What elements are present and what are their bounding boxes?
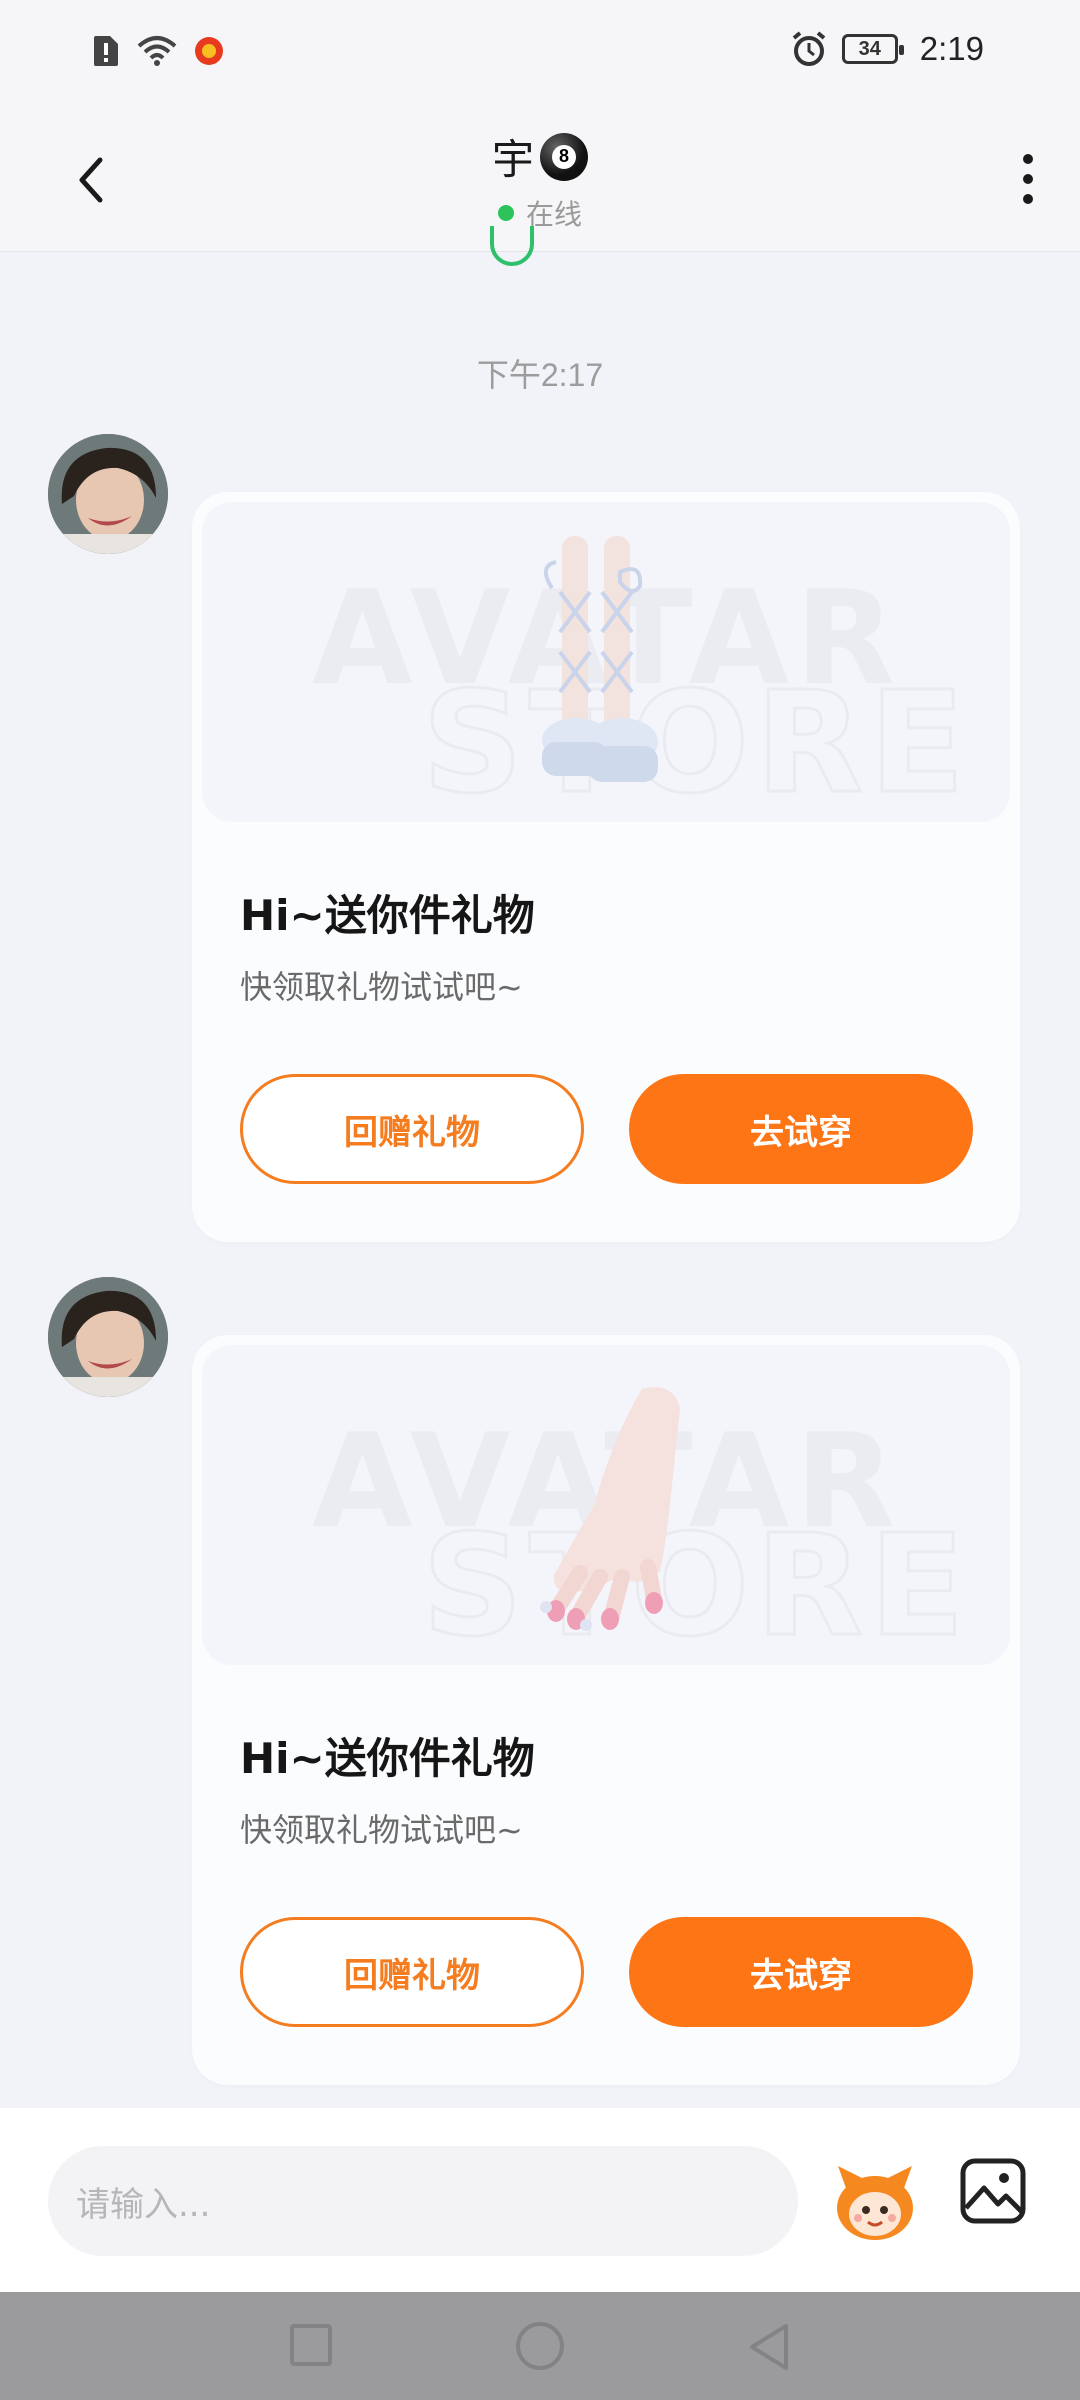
online-status-label: 在线 (525, 198, 582, 231)
gift-card-title: Hi~送你件礼物 (240, 1734, 535, 1783)
recent-apps-button[interactable] (290, 2324, 332, 2366)
gift-card: AVATAR STORE Hi~送你件礼物 快领取礼物试试吧~ 回赠礼物 去试穿 (192, 492, 1020, 1242)
battery-icon: 34 (841, 34, 904, 64)
return-gift-button[interactable]: 回赠礼物 (240, 1074, 584, 1184)
status-time: 2:19 (919, 30, 984, 67)
return-gift-button[interactable]: 回赠礼物 (240, 1917, 584, 2027)
wifi-icon (137, 36, 177, 66)
eight-ball-badge-icon: 8 (540, 132, 588, 181)
more-options-button[interactable] (1008, 144, 1048, 214)
message-input[interactable]: 请输入... (48, 2146, 798, 2256)
gift-image[interactable]: AVATAR STORE (202, 502, 1010, 822)
message-timestamp: 下午2:17 (476, 357, 604, 393)
chat-header: 宇 8 在线 (0, 104, 1080, 252)
battery-level: 34 (858, 37, 881, 60)
message-input-bar: 请输入... (0, 2108, 1080, 2292)
mascot-emoji-icon (837, 2166, 913, 2240)
back-nav-button[interactable] (744, 2320, 794, 2374)
send-image-button[interactable] (958, 2156, 1028, 2226)
check-icon (490, 226, 534, 266)
sender-avatar[interactable] (48, 434, 168, 554)
gift-card-subtitle: 快领取礼物试试吧~ (240, 1811, 523, 1849)
more-vertical-icon (1023, 154, 1033, 164)
contact-title-area: 宇 8 在线 (0, 126, 1080, 233)
status-right-icons: 34 2:19 (790, 30, 984, 68)
online-status: 在线 (0, 193, 1080, 233)
image-icon (960, 2158, 1026, 2224)
sim-alert-icon (94, 36, 118, 66)
status-left-icons (92, 34, 224, 68)
gift-card-title: Hi~送你件礼物 (240, 891, 535, 940)
ribbon-shoes-illustration (542, 536, 658, 782)
badge-number: 8 (552, 144, 576, 169)
sender-avatar[interactable] (48, 1277, 168, 1397)
online-dot-icon (497, 205, 514, 221)
home-button[interactable] (516, 2322, 564, 2370)
try-on-button[interactable]: 去试穿 (629, 1917, 973, 2027)
sticker-button[interactable] (832, 2158, 918, 2244)
contact-name: 宇 (491, 135, 534, 184)
gift-card: AVATAR STORE Hi~送你件礼物 快领取礼物试试吧~ 回赠礼物 去试穿 (192, 1335, 1020, 2085)
alarm-icon (792, 31, 826, 66)
status-bar: 34 2:19 (0, 0, 1080, 104)
app-notification-icon (195, 37, 223, 65)
system-navigation-bar (0, 2292, 1080, 2400)
gift-card-subtitle: 快领取礼物试试吧~ (240, 968, 523, 1006)
nail-art-hand-illustration (540, 1387, 680, 1631)
try-on-button[interactable]: 去试穿 (629, 1074, 973, 1184)
gift-image[interactable]: AVATAR STORE (202, 1345, 1010, 1665)
